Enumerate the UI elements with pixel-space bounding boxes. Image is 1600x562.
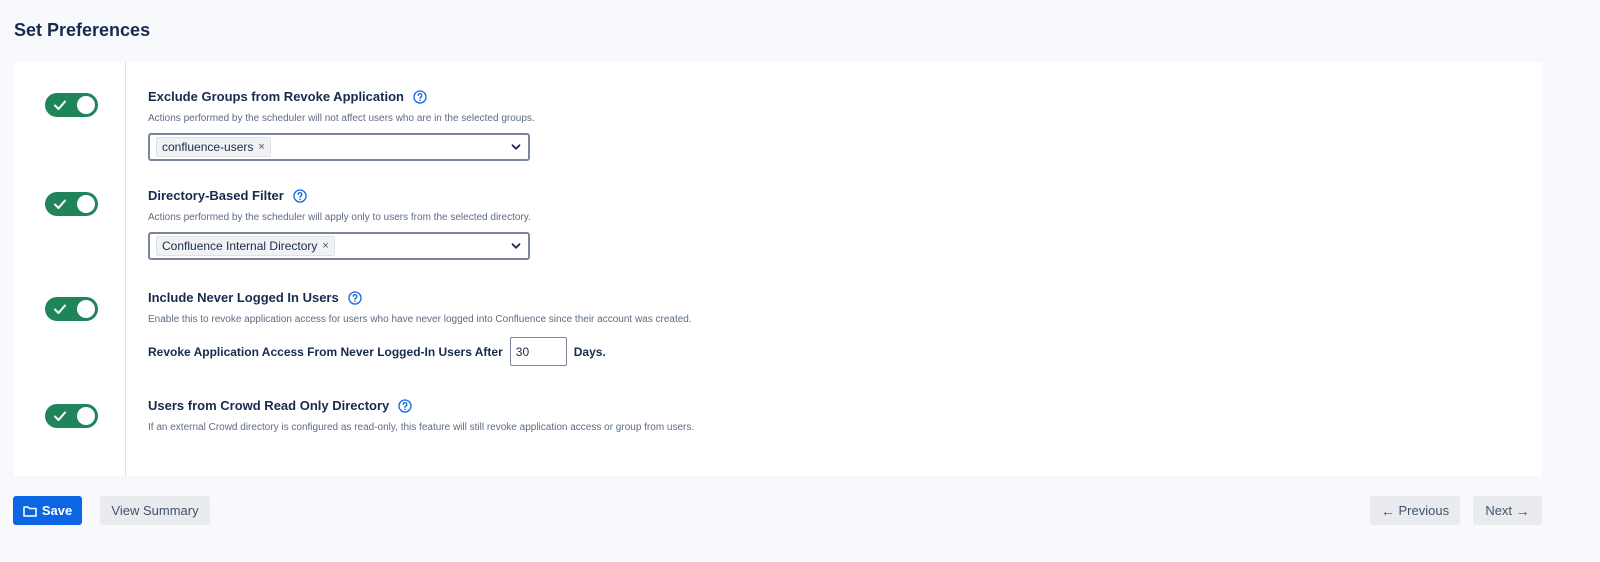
section-title: Exclude Groups from Revoke Application [148, 89, 535, 104]
days-input[interactable] [509, 337, 567, 366]
help-circle-icon[interactable] [413, 89, 427, 104]
next-button[interactable]: Next → [1473, 496, 1542, 525]
previous-button[interactable]: ← Previous [1370, 496, 1460, 525]
check-icon [54, 199, 66, 209]
section-description: If an external Crowd directory is config… [148, 422, 695, 433]
toggle-never-logged-in[interactable] [45, 297, 98, 321]
page-title: Set Preferences [14, 20, 151, 40]
preferences-panel: Exclude Groups from Revoke Application A… [14, 62, 1542, 476]
section-title: Include Never Logged In Users [148, 290, 692, 305]
toggle-knob [77, 407, 95, 425]
days-label-after: Days. [573, 344, 606, 359]
toggle-knob [77, 195, 95, 213]
toggle-exclude-groups[interactable] [45, 93, 98, 117]
directory-select[interactable]: Confluence Internal Directory × [148, 232, 530, 260]
section-description: Enable this to revoke application access… [148, 314, 692, 325]
toggle-crowd-read-only[interactable] [45, 404, 98, 428]
save-button[interactable]: Save [13, 496, 82, 525]
groups-select[interactable]: confluence-users × [148, 133, 530, 161]
arrow-left-icon: ← [1380, 502, 1395, 519]
tag-remove-icon[interactable]: × [322, 240, 328, 252]
check-icon [54, 411, 66, 421]
check-icon [54, 304, 66, 314]
toggle-knob [77, 300, 95, 318]
section-title-text: Directory-Based Filter [148, 188, 284, 203]
help-circle-icon[interactable] [348, 290, 362, 305]
section-exclude-groups: Exclude Groups from Revoke Application A… [148, 89, 535, 161]
never-logged-in-days-row: Revoke Application Access From Never Log… [148, 337, 692, 366]
help-circle-icon[interactable] [398, 398, 412, 413]
save-button-label: Save [41, 503, 73, 518]
folder-icon [23, 505, 37, 517]
check-icon [54, 100, 66, 110]
tag-label: Confluence Internal Directory [162, 239, 318, 253]
section-never-logged-in: Include Never Logged In Users Enable thi… [148, 290, 692, 366]
previous-button-label: Previous [1398, 503, 1450, 518]
section-directory-filter: Directory-Based Filter Actions performed… [148, 188, 531, 260]
help-circle-icon[interactable] [293, 188, 307, 203]
next-button-label: Next [1485, 503, 1513, 518]
selected-tag: confluence-users × [156, 137, 271, 157]
section-description: Actions performed by the scheduler will … [148, 113, 535, 124]
section-title-text: Users from Crowd Read Only Directory [148, 398, 390, 413]
section-crowd-read-only: Users from Crowd Read Only Directory If … [148, 398, 694, 433]
chevron-down-icon[interactable] [511, 142, 521, 152]
section-title-text: Exclude Groups from Revoke Application [148, 89, 404, 104]
tag-remove-icon[interactable]: × [258, 141, 264, 153]
selected-tag: Confluence Internal Directory × [156, 236, 335, 256]
section-description: Actions performed by the scheduler will … [148, 212, 531, 223]
section-title: Users from Crowd Read Only Directory [148, 398, 694, 413]
toggle-knob [77, 96, 95, 114]
view-summary-button[interactable]: View Summary [100, 496, 210, 525]
panel-divider [125, 62, 126, 476]
arrow-right-icon: → [1515, 502, 1530, 519]
section-title-text: Include Never Logged In Users [148, 290, 339, 305]
tag-label: confluence-users [162, 140, 254, 154]
days-label-before: Revoke Application Access From Never Log… [148, 344, 503, 359]
toggle-directory-filter[interactable] [45, 192, 98, 216]
section-title: Directory-Based Filter [148, 188, 531, 203]
chevron-down-icon[interactable] [511, 241, 521, 251]
